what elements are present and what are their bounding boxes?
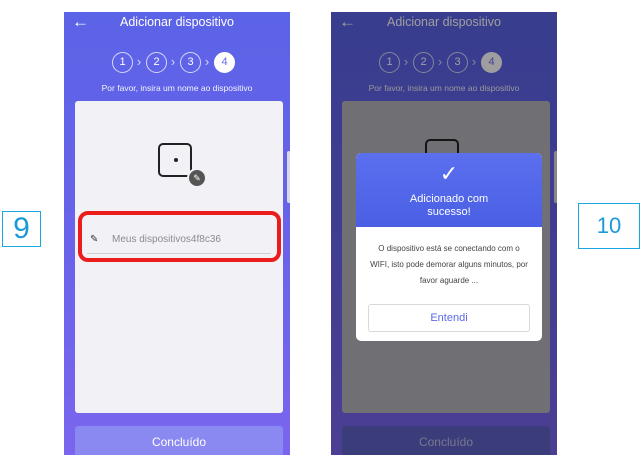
step-number-10: 10	[578, 203, 640, 249]
phone-screen-success: ← Adicionar dispositivo 1 › 2 › 3 › 4 Po…	[331, 12, 557, 455]
understood-button[interactable]: Entendi	[368, 304, 530, 332]
step-2: 2	[146, 52, 167, 73]
step-number-9: 9	[2, 211, 41, 247]
step-4: 4	[214, 52, 235, 73]
chevron-right-icon: ›	[136, 54, 142, 69]
scroll-edge	[287, 151, 290, 203]
step-3: 3	[180, 52, 201, 73]
page-title: Adicionar dispositivo	[120, 15, 234, 29]
dialog-message: O dispositivo está se conectando com o W…	[370, 244, 528, 285]
done-button[interactable]: Concluído	[75, 426, 283, 455]
header: ← Adicionar dispositivo	[64, 12, 290, 34]
success-dialog: ✓ Adicionado com sucesso! O dispositivo …	[356, 153, 542, 341]
edit-icon[interactable]: ✎	[187, 168, 207, 188]
check-icon: ✓	[439, 161, 459, 186]
instruction-text: Por favor, insira um nome ao dispositivo	[101, 83, 253, 93]
dialog-title: Adicionado com sucesso!	[409, 193, 489, 218]
chevron-right-icon: ›	[170, 54, 176, 69]
device-icon	[158, 143, 192, 177]
chevron-right-icon: ›	[204, 54, 210, 69]
step-indicator: 1 › 2 › 3 › 4	[64, 52, 290, 74]
highlight-box	[78, 211, 281, 262]
step-1: 1	[112, 52, 133, 73]
dialog-header: ✓ Adicionado com sucesso!	[356, 153, 542, 227]
